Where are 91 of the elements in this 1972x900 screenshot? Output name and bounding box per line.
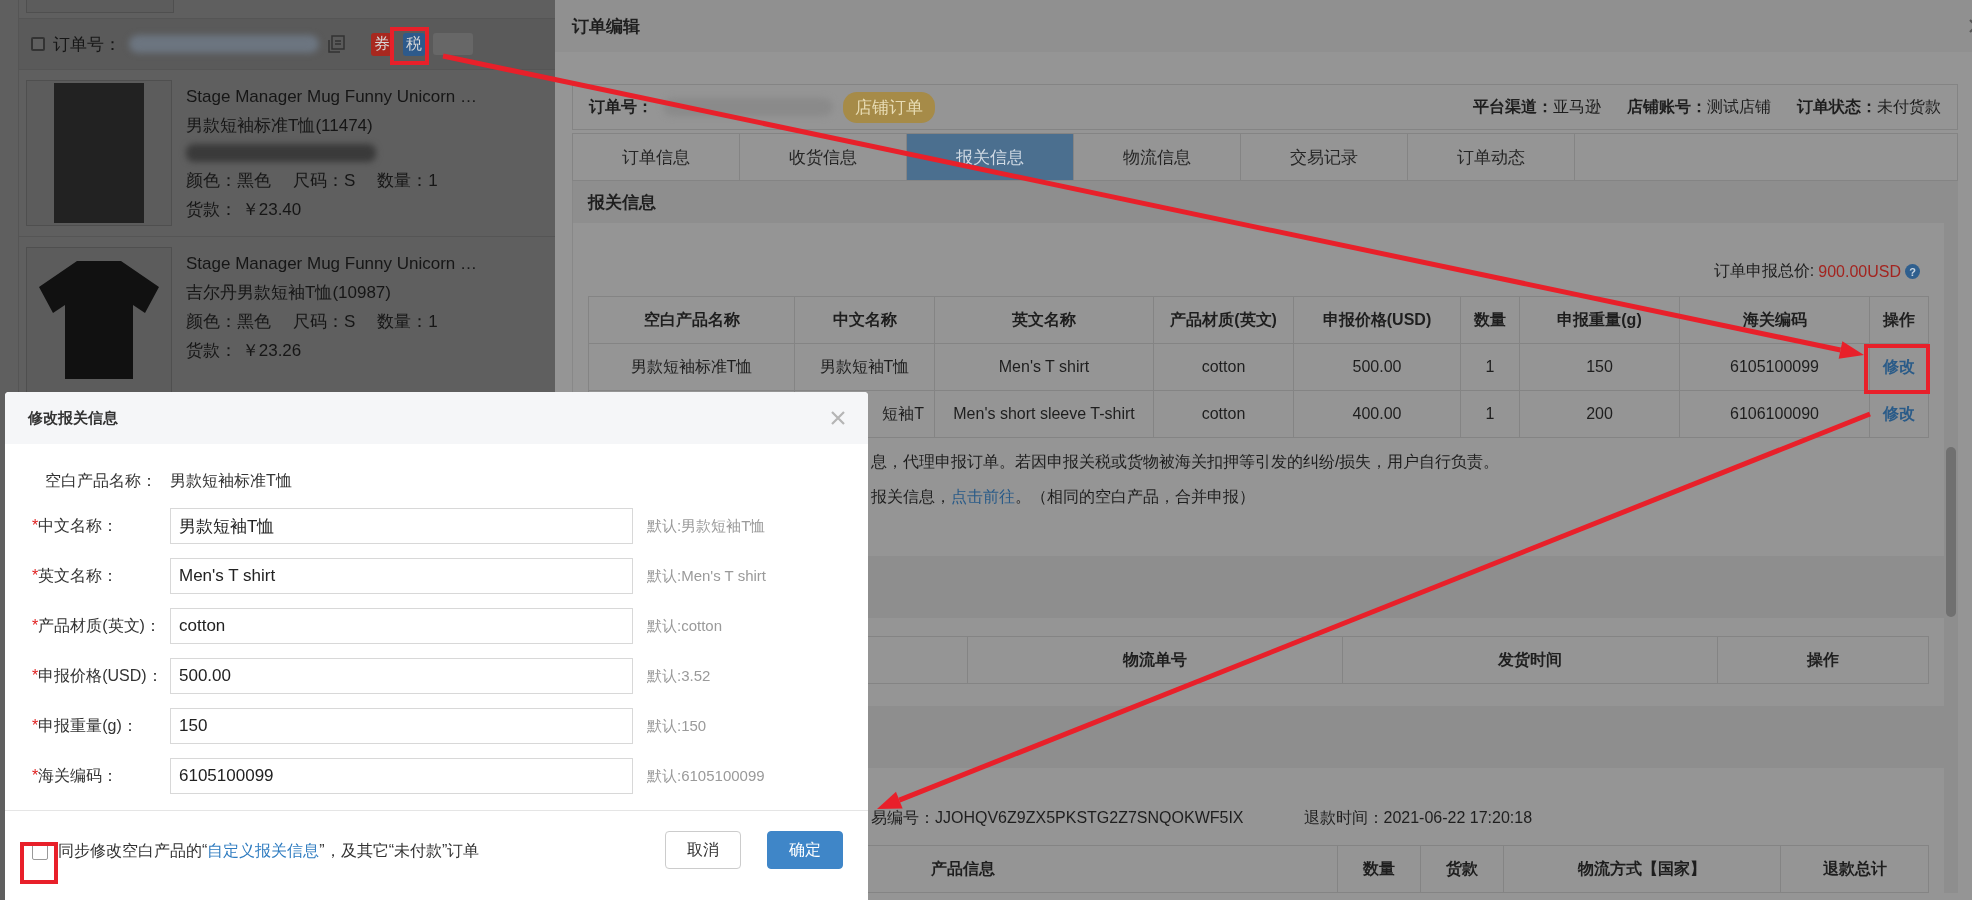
field-label: *申报重量(g)：: [31, 715, 139, 736]
drawer-title: 订单编辑: [572, 15, 640, 38]
table-cell: Men's short sleeve T-shirt: [934, 390, 1154, 438]
input-field[interactable]: 150: [170, 708, 633, 744]
product-spec: 数量：1: [377, 311, 438, 332]
custom-info-link[interactable]: 自定义报关信息: [207, 842, 320, 859]
scrollbar-thumb[interactable]: [1946, 447, 1956, 617]
product-title: Stage Manager Mug Funny Unicorn …: [186, 253, 478, 274]
tag-badge: 税: [403, 32, 425, 56]
total-value: 900.00USD: [1818, 262, 1901, 281]
column-header: 产品材质(英文): [1153, 296, 1294, 344]
order-number-label: 订单号：: [53, 33, 121, 56]
table-cell: Men's T shirt: [934, 343, 1154, 391]
product-price: 货款： ￥23.40: [186, 199, 303, 220]
product-spec: 颜色：黑色: [186, 311, 271, 332]
column-header: 英文名称: [934, 296, 1154, 344]
input-field[interactable]: Men's T shirt: [170, 558, 633, 594]
table-cell: 1: [1460, 343, 1520, 391]
note-text: 息，代理申报订单。若因申报关税或货物被海关扣押等引发的纠纷/损失，用户自行负责。: [871, 452, 1501, 472]
total-label: 订单申报总价:: [1713, 261, 1815, 281]
order-meta: 店铺账号：测试店铺: [1627, 96, 1771, 117]
table-cell: 200: [1519, 390, 1680, 438]
column-header: 数量: [1337, 845, 1421, 893]
product-price: 货款： ￥23.26: [186, 340, 303, 361]
help-icon[interactable]: ?: [1905, 264, 1920, 279]
input-field[interactable]: 男款短袖T恤: [170, 508, 633, 544]
order-meta: 订单状态：未付货款: [1797, 96, 1941, 117]
table-cell: cotton: [1153, 390, 1294, 438]
dialog-title: 修改报关信息: [28, 408, 118, 428]
field-value: 男款短袖标准T恤: [170, 470, 293, 491]
input-field[interactable]: 6105100099: [170, 758, 633, 794]
product-name: 吉尔丹男款短袖T恤(10987): [186, 282, 392, 303]
default-hint: 默认:cotton: [646, 616, 724, 636]
column-header: 空白产品名称: [588, 296, 795, 344]
column-header: 申报价格(USD): [1293, 296, 1461, 344]
close-icon[interactable]: [830, 410, 846, 426]
product-spec: 颜色：黑色: [186, 170, 271, 191]
confirm-button[interactable]: 确定: [767, 831, 843, 869]
order-meta: 平台渠道：亚马逊: [1473, 96, 1601, 117]
default-hint: 默认:150: [646, 716, 708, 736]
column-header: 退款总计: [1780, 845, 1929, 893]
section-title: 报关信息: [588, 191, 656, 214]
checkbox[interactable]: [31, 37, 45, 51]
field-label: *产品材质(英文)：: [31, 615, 162, 636]
blurred-chip: [433, 33, 473, 55]
highlight-box: [20, 842, 58, 884]
table-cell: cotton: [1153, 343, 1294, 391]
refund-time: 退款时间：2021-06-22 17:20:18: [1303, 808, 1533, 828]
highlight-box: [1864, 344, 1930, 394]
input-field[interactable]: 500.00: [170, 658, 633, 694]
column-header: 物流单号: [967, 636, 1343, 684]
tag-badge: 券: [371, 32, 393, 56]
column-header: 操作: [1717, 636, 1929, 684]
order-number-label: 订单号：: [589, 96, 653, 117]
column-header: 海关编码: [1679, 296, 1870, 344]
product-spec: 尺码：S: [293, 170, 356, 191]
product-spec: 数量：1: [377, 170, 438, 191]
field-label: *英文名称：: [31, 565, 120, 586]
column-header: 物流方式【国家】: [1503, 845, 1781, 893]
field-label: *申报价格(USD)：: [31, 665, 164, 686]
highlight-box: [390, 27, 429, 65]
order-type-badge: 店铺订单: [843, 91, 935, 123]
field-label: 空白产品名称：: [44, 470, 158, 491]
cancel-button[interactable]: 取消: [665, 831, 741, 869]
copy-icon[interactable]: [327, 35, 345, 53]
note-text: 报关信息，点击前往。（相同的空白产品，合并申报）: [871, 487, 1256, 507]
product-title: Stage Manager Mug Funny Unicorn …: [186, 86, 478, 107]
table-cell: 400.00: [1293, 390, 1461, 438]
default-hint: 默认:6105100099: [646, 766, 766, 786]
product-spec: 尺码：S: [293, 311, 356, 332]
table-cell: 150: [1519, 343, 1680, 391]
column-header: 数量: [1460, 296, 1520, 344]
default-hint: 默认:男款短袖T恤: [646, 516, 767, 536]
table-cell: 500.00: [1293, 343, 1461, 391]
table-cell: 男款短袖T恤: [794, 343, 935, 391]
default-hint: 默认:3.52: [646, 666, 712, 686]
checkbox[interactable]: [32, 843, 48, 860]
field-label: *中文名称：: [31, 515, 120, 536]
sync-label: 同步修改空白产品的“自定义报关信息”，及其它“未付款”订单: [58, 841, 480, 861]
trade-number: 易编号：JJOHQV6Z9ZX5PKSTG2Z7SNQOKWF5IX: [871, 808, 1244, 828]
input-field[interactable]: cotton: [170, 608, 633, 644]
default-hint: 默认:Men's T shirt: [646, 566, 767, 586]
column-header: 货款: [1420, 845, 1504, 893]
column-header: 申报重量(g): [1519, 296, 1680, 344]
table-cell: 1: [1460, 390, 1520, 438]
table-cell: 男款短袖标准T恤: [588, 343, 795, 391]
field-label: *海关编码：: [31, 765, 120, 786]
column-header: 中文名称: [794, 296, 935, 344]
product-name: 男款短袖标准T恤(11474): [186, 115, 374, 136]
column-header: 发货时间: [1342, 636, 1718, 684]
column-header: 操作: [1869, 296, 1929, 344]
